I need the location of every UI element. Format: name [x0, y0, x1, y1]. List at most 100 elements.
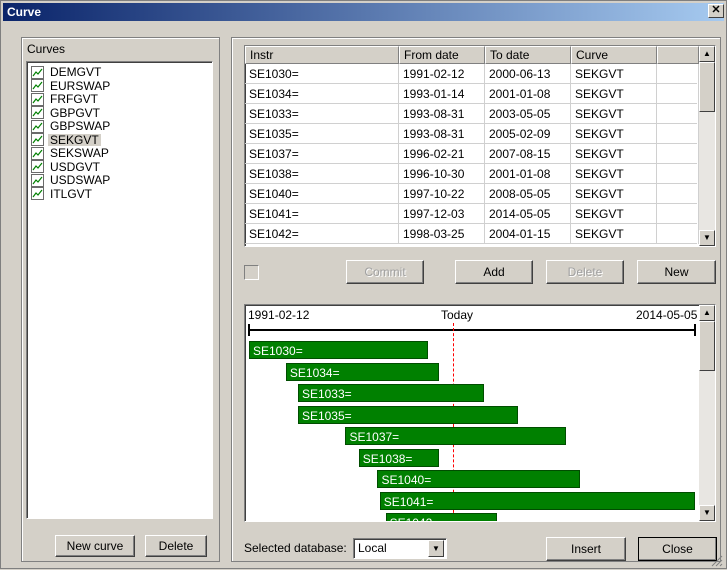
table-scroll-thumb[interactable] — [699, 62, 715, 112]
scroll-down-icon[interactable]: ▼ — [699, 230, 715, 246]
cell-to-date: 2014-05-05 — [485, 204, 571, 224]
cell-curve: SEKGVT — [571, 224, 657, 244]
timeline-view[interactable]: 1991-02-12 Today 2014-05-05 SE1030= SE103… — [244, 304, 716, 522]
close-icon[interactable]: ✕ — [708, 4, 724, 18]
curve-chart-icon — [31, 160, 44, 173]
status-indicator — [244, 265, 259, 280]
insert-button[interactable]: Insert — [546, 537, 626, 561]
table-row[interactable]: SE1030= 1991-02-12 2000-06-13 SEKGVT — [245, 64, 699, 84]
curves-group-title: Curves — [27, 42, 66, 56]
new-button[interactable]: New — [637, 260, 716, 284]
table-row[interactable]: SE1041= 1997-12-03 2014-05-05 SEKGVT — [245, 204, 699, 224]
cell-blank — [657, 184, 699, 204]
curve-list-item-label: USDSWAP — [50, 173, 111, 187]
timeline-axis-end-tick — [694, 324, 696, 336]
cell-curve: SEKGVT — [571, 164, 657, 184]
table-row[interactable]: SE1040= 1997-10-22 2008-05-05 SEKGVT — [245, 184, 699, 204]
add-button[interactable]: Add — [455, 260, 533, 284]
cell-instr: SE1040= — [245, 184, 399, 204]
table-row[interactable]: SE1035= 1993-08-31 2005-02-09 SEKGVT — [245, 124, 699, 144]
curve-chart-icon — [31, 119, 44, 133]
instrument-table[interactable]: Instr From date To date Curve SE1030= 199… — [244, 45, 716, 247]
curves-list[interactable]: DEMGVT EURSWAP FRFGVT GBPGVT GBPSWAP SEKGVT SE… — [26, 61, 213, 519]
chevron-down-icon[interactable]: ▼ — [428, 540, 444, 557]
cell-instr: SE1034= — [245, 84, 399, 104]
cell-from-date: 1998-03-25 — [399, 224, 485, 244]
cell-to-date: 2001-01-08 — [485, 84, 571, 104]
cell-to-date: 2004-01-15 — [485, 224, 571, 244]
cell-curve: SEKGVT — [571, 204, 657, 224]
title-bar[interactable]: Curve ✕ — [3, 3, 724, 21]
curve-list-item[interactable]: DEMGVT — [31, 65, 211, 79]
curve-chart-icon — [31, 133, 44, 146]
column-header-blank — [657, 46, 699, 64]
timeline-scroll-thumb[interactable] — [699, 321, 715, 371]
curve-chart-icon — [31, 173, 44, 187]
timeline-bar[interactable]: SE1038= — [358, 448, 440, 467]
cell-curve: SEKGVT — [571, 84, 657, 104]
timeline-scroll-down-icon[interactable]: ▼ — [699, 505, 715, 521]
timeline-bar[interactable]: SE1030= — [249, 341, 429, 359]
timeline-bar[interactable]: SE1042= — [385, 513, 498, 521]
table-scrollbar[interactable]: ▲ ▼ — [699, 46, 715, 246]
timeline-scroll-up-icon[interactable]: ▲ — [699, 305, 715, 321]
database-select[interactable]: Local ▼ — [353, 538, 447, 559]
cell-blank — [657, 124, 699, 144]
cell-from-date: 1996-02-21 — [399, 144, 485, 164]
timeline-bar[interactable]: SE1040= — [377, 470, 580, 488]
cell-to-date: 2005-02-09 — [485, 124, 571, 144]
delete-curve-button[interactable]: Delete — [145, 535, 207, 557]
table-row[interactable]: SE1037= 1996-02-21 2007-08-15 SEKGVT — [245, 144, 699, 164]
curve-list-item-label: DEMGVT — [50, 65, 102, 79]
selected-database-label: Selected database: — [244, 541, 347, 555]
cell-instr: SE1035= — [245, 124, 399, 144]
table-row[interactable]: SE1034= 1993-01-14 2001-01-08 SEKGVT — [245, 84, 699, 104]
delete-button[interactable]: Delete — [546, 260, 624, 284]
table-row[interactable]: SE1042= 1998-03-25 2004-01-15 SEKGVT — [245, 224, 699, 244]
timeline-bar[interactable]: SE1037= — [345, 427, 566, 445]
scroll-up-icon[interactable]: ▲ — [699, 46, 715, 62]
curve-list-item[interactable]: SEKSWAP — [31, 146, 211, 160]
curve-chart-icon — [31, 65, 44, 79]
timeline-bar[interactable]: SE1035= — [297, 405, 518, 424]
column-header-instr[interactable]: Instr — [245, 46, 399, 64]
table-row[interactable]: SE1033= 1993-08-31 2003-05-05 SEKGVT — [245, 104, 699, 124]
cell-curve: SEKGVT — [571, 124, 657, 144]
close-button[interactable]: Close — [638, 537, 717, 561]
table-row[interactable]: SE1038= 1996-10-30 2001-01-08 SEKGVT — [245, 164, 699, 184]
cell-from-date: 1993-08-31 — [399, 124, 485, 144]
timeline-bar[interactable]: SE1034= — [285, 362, 440, 381]
curve-chart-icon — [31, 146, 44, 160]
curve-list-item[interactable]: USDSWAP — [31, 173, 211, 187]
curve-list-item[interactable]: SEKGVT — [31, 133, 211, 146]
timeline-axis — [248, 329, 696, 331]
commit-button[interactable]: Commit — [346, 260, 424, 284]
window-title: Curve — [7, 5, 42, 19]
resize-grip-icon[interactable] — [709, 553, 723, 567]
curve-chart-icon — [31, 79, 44, 92]
cell-to-date: 2007-08-15 — [485, 144, 571, 164]
curve-chart-icon — [31, 187, 44, 200]
new-button-label: New — [664, 265, 689, 279]
curve-list-item[interactable]: EURSWAP — [31, 78, 211, 93]
curve-list-item[interactable]: FRFGVT — [31, 92, 211, 106]
column-header-to-date[interactable]: To date — [485, 46, 571, 64]
column-header-from-date[interactable]: From date — [399, 46, 485, 64]
curve-list-item-label: GBPGVT — [50, 105, 101, 120]
curve-list-item[interactable]: USDGVT — [31, 160, 211, 173]
timeline-start-date: 1991-02-12 — [248, 308, 310, 322]
cell-curve: SEKGVT — [571, 64, 657, 84]
commit-button-label: Commit — [364, 265, 406, 279]
timeline-bar[interactable]: SE1041= — [379, 491, 695, 510]
cell-blank — [657, 164, 699, 184]
curve-list-item[interactable]: GBPSWAP — [31, 119, 211, 133]
cell-blank — [657, 84, 699, 104]
cell-to-date: 2003-05-05 — [485, 104, 571, 124]
timeline-scrollbar[interactable]: ▲ ▼ — [699, 305, 715, 521]
curve-list-item-label: EURSWAP — [50, 78, 111, 93]
curve-list-item[interactable]: GBPGVT — [31, 105, 211, 120]
curve-list-item[interactable]: ITLGVT — [31, 187, 211, 200]
column-header-curve[interactable]: Curve — [571, 46, 657, 64]
new-curve-button[interactable]: New curve — [55, 535, 135, 557]
timeline-bar[interactable]: SE1033= — [297, 384, 484, 402]
